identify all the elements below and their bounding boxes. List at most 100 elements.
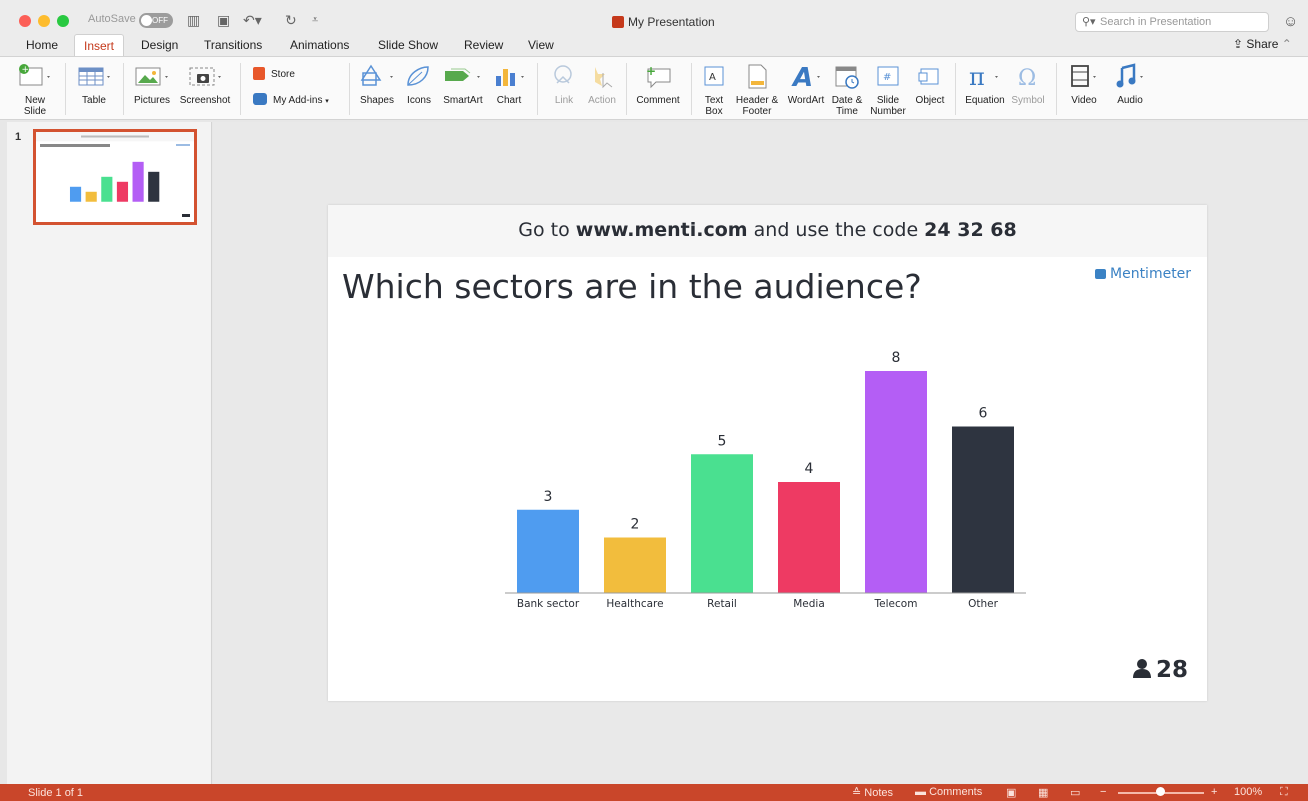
zoom-out-icon[interactable]: − <box>1100 786 1106 798</box>
slide-thumbnail-1[interactable] <box>33 129 197 225</box>
icons-button[interactable]: Icons <box>402 61 436 106</box>
title-bar: AutoSave OFF ▥ ▣ ↶▾ ↻ ⩡ My Presentation … <box>0 0 1308 34</box>
chart-category-label: Other <box>968 598 998 610</box>
chart-category-label: Retail <box>707 598 737 610</box>
screenshot-icon <box>178 61 232 91</box>
tab-design[interactable]: Design <box>141 38 178 52</box>
notes-button[interactable]: ≙ Notes <box>852 786 893 799</box>
document-title: My Presentation <box>612 15 715 29</box>
minimize-window-button[interactable] <box>38 15 50 27</box>
undo-icon[interactable]: ↶▾ <box>243 13 262 27</box>
autosave-toggle[interactable]: OFF <box>139 13 173 28</box>
date-time-button[interactable]: Date & Time <box>830 61 864 117</box>
audio-button[interactable]: Audio <box>1110 61 1150 106</box>
chart-icon <box>490 61 528 91</box>
feedback-smiley-icon[interactable]: ☺ <box>1283 13 1298 30</box>
search-icon: ⚲▾ <box>1082 16 1096 28</box>
chart-bar <box>517 509 579 593</box>
action-button[interactable]: Action <box>584 61 620 106</box>
slide[interactable]: Go to www.menti.com and use the code 24 … <box>328 205 1207 701</box>
chart-bar <box>865 371 927 593</box>
search-input[interactable]: ⚲▾ Search in Presentation <box>1075 12 1269 32</box>
chart-data-label: 3 <box>544 489 553 505</box>
table-label: Table <box>82 95 106 106</box>
smartart-label: SmartArt <box>443 95 483 106</box>
thumbnail-bar <box>85 191 97 202</box>
powerpoint-icon <box>612 16 624 28</box>
addins-icon <box>253 93 267 105</box>
fit-to-window-icon[interactable]: ⛶ <box>1280 786 1288 799</box>
chart-category-label: Telecom <box>874 598 918 610</box>
pictures-button[interactable]: Pictures <box>130 61 174 106</box>
participant-count-value: 28 <box>1156 657 1189 683</box>
sidebar-toggle-icon[interactable]: ▥ <box>187 13 200 27</box>
store-icon <box>253 67 265 80</box>
zoom-in-icon[interactable]: + <box>1211 786 1217 798</box>
comments-button[interactable]: ▬ Comments <box>915 786 982 798</box>
collapse-ribbon-icon[interactable]: ⌃ <box>1282 37 1292 51</box>
thumbnail-instruction-line <box>81 135 149 138</box>
chart-category-label: Bank sector <box>517 598 580 610</box>
ribbon-divider <box>349 63 350 115</box>
tab-insert[interactable]: Insert <box>74 34 125 58</box>
redo-icon[interactable]: ↻ <box>285 13 297 27</box>
insert-ribbon: + New Slide Table Pictures Screenshot Sto… <box>0 56 1308 120</box>
equation-button[interactable]: π Equation <box>961 61 1009 106</box>
link-button[interactable]: Link <box>548 61 580 106</box>
share-button[interactable]: ⇪ Share ⌃ <box>1233 37 1292 51</box>
share-label: Share <box>1246 37 1279 51</box>
reading-view-icon[interactable]: ▭ <box>1070 786 1080 799</box>
table-button[interactable]: Table <box>74 61 114 106</box>
object-button[interactable]: Object <box>911 61 949 106</box>
new-slide-button[interactable]: + New Slide <box>14 61 56 117</box>
slide-number-button[interactable]: # Slide Number <box>868 61 908 117</box>
new-slide-label-2: Slide <box>23 106 47 117</box>
date-time-label-2: Time <box>836 106 858 117</box>
zoom-slider-knob[interactable] <box>1156 787 1165 796</box>
store-button[interactable]: Store <box>253 67 343 80</box>
close-window-button[interactable] <box>19 15 31 27</box>
video-button[interactable]: Video <box>1064 61 1104 106</box>
slide-sorter-icon[interactable]: ▦ <box>1038 786 1048 799</box>
wordart-label: WordArt <box>787 95 825 106</box>
zoom-level[interactable]: 100% <box>1234 786 1262 798</box>
ribbon-divider <box>537 63 538 115</box>
save-icon[interactable]: ▣ <box>217 13 230 27</box>
header-footer-button[interactable]: Header & Footer <box>733 61 781 117</box>
customize-toolbar-icon[interactable]: ⩡ <box>312 13 318 27</box>
equation-icon: π <box>961 61 1009 91</box>
screenshot-button[interactable]: Screenshot <box>178 61 232 106</box>
header-footer-label-1: Header & <box>735 95 779 106</box>
ribbon-divider <box>1056 63 1057 115</box>
ribbon-divider <box>123 63 124 115</box>
svg-text:+: + <box>22 65 30 75</box>
ribbon-divider <box>691 63 692 115</box>
symbol-icon: Ω <box>1009 61 1047 91</box>
thumbnail-title-line <box>40 144 110 147</box>
my-addins-button[interactable]: My Add-ins ▾ <box>253 93 345 107</box>
text-box-label-2: Box <box>705 106 723 117</box>
symbol-button[interactable]: Ω Symbol <box>1009 61 1047 106</box>
svg-text:A: A <box>791 63 813 90</box>
icons-icon <box>402 61 436 91</box>
shapes-button[interactable]: Shapes <box>357 61 397 106</box>
tab-view[interactable]: View <box>528 38 554 52</box>
text-box-icon: A <box>700 61 728 91</box>
chart-button[interactable]: Chart <box>490 61 528 106</box>
smartart-button[interactable]: SmartArt <box>440 61 486 106</box>
thumbnail-logo <box>176 144 190 146</box>
pictures-label: Pictures <box>133 95 171 106</box>
comment-button[interactable]: + Comment <box>633 61 683 106</box>
tab-review[interactable]: Review <box>464 38 503 52</box>
tab-home[interactable]: Home <box>26 38 58 52</box>
wordart-button[interactable]: A WordArt <box>786 61 826 106</box>
normal-view-icon[interactable]: ▣ <box>1006 786 1016 799</box>
status-bar: Slide 1 of 1 ≙ Notes ▬ Comments ▣ ▦ ▭ − … <box>0 784 1308 801</box>
chart-bar <box>691 454 753 593</box>
document-title-text: My Presentation <box>628 15 715 29</box>
tab-slide-show[interactable]: Slide Show <box>378 38 438 52</box>
tab-animations[interactable]: Animations <box>290 38 349 52</box>
zoom-window-button[interactable] <box>57 15 69 27</box>
text-box-button[interactable]: A Text Box <box>700 61 728 117</box>
tab-transitions[interactable]: Transitions <box>204 38 262 52</box>
